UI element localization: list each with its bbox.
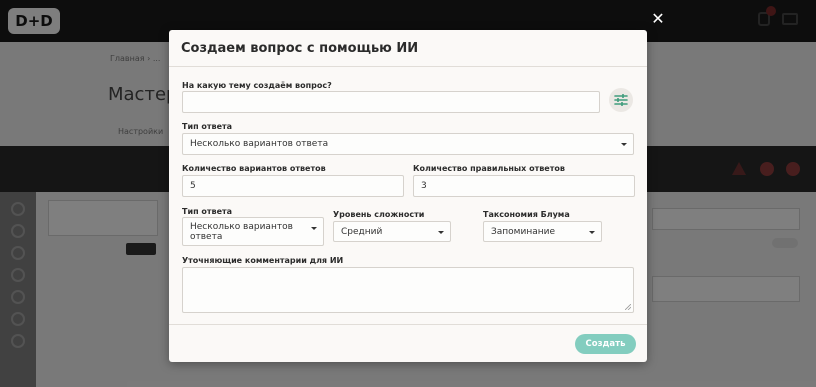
sliders-icon	[614, 94, 628, 106]
chevron-down-icon	[621, 143, 627, 146]
difficulty-label: Уровень сложности	[333, 210, 425, 219]
ai-question-dialog: Создаем вопрос с помощью ИИ На какую тем…	[169, 30, 647, 362]
bloom-label: Таксономия Блума	[483, 210, 570, 219]
answer-type-2-select[interactable]: Несколько вариантов ответа	[182, 217, 324, 246]
answer-type-2-label: Тип ответа	[182, 207, 233, 216]
header-divider	[169, 66, 647, 67]
options-count-label: Количество вариантов ответов	[182, 164, 326, 173]
topic-label: На какую тему создаём вопрос?	[182, 81, 332, 90]
close-icon[interactable]: ✕	[650, 10, 666, 28]
answer-type-2-value: Несколько вариантов ответа	[190, 222, 293, 242]
difficulty-value: Средний	[341, 227, 383, 237]
difficulty-select[interactable]: Средний	[333, 221, 451, 242]
footer-divider	[169, 324, 647, 325]
bloom-value: Запоминание	[491, 227, 555, 237]
correct-count-input[interactable]: 3	[413, 175, 635, 197]
chevron-down-icon	[438, 231, 444, 234]
options-count-value: 5	[190, 181, 196, 191]
correct-count-value: 3	[421, 181, 427, 191]
answer-type-label: Тип ответа	[182, 122, 233, 131]
dialog-title: Создаем вопрос с помощью ИИ	[181, 41, 419, 56]
answer-type-select[interactable]: Несколько вариантов ответа	[182, 133, 634, 155]
resize-grip-icon[interactable]	[625, 304, 631, 310]
chevron-down-icon	[311, 227, 317, 230]
comments-label: Уточняющие комментарии для ИИ	[182, 256, 344, 265]
chevron-down-icon	[589, 231, 595, 234]
create-button[interactable]: Создать	[575, 334, 636, 354]
bloom-select[interactable]: Запоминание	[483, 221, 602, 242]
topic-input[interactable]	[182, 91, 600, 113]
answer-type-value: Несколько вариантов ответа	[190, 139, 329, 149]
options-count-input[interactable]: 5	[182, 175, 404, 197]
settings-button[interactable]	[609, 88, 633, 112]
comments-textarea[interactable]	[182, 267, 634, 313]
correct-count-label: Количество правильных ответов	[413, 164, 565, 173]
